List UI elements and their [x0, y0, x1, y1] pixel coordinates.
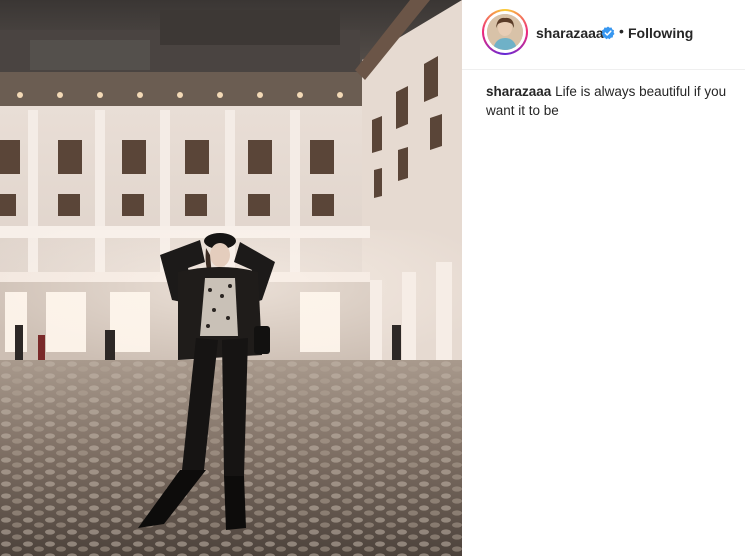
header-separator: •: [619, 23, 624, 39]
post-sidebar: sharazaaa • Following sharazaaa Life is …: [462, 0, 745, 556]
avatar-border: [484, 11, 526, 53]
avatar[interactable]: [482, 9, 528, 55]
instagram-post: sharazaaa • Following sharazaaa Life is …: [0, 0, 745, 556]
post-header: sharazaaa • Following: [462, 0, 745, 70]
verified-badge-icon: [601, 26, 615, 40]
post-author-username[interactable]: sharazaaa: [536, 25, 604, 41]
caption-username[interactable]: sharazaaa: [486, 84, 551, 99]
following-button[interactable]: Following: [628, 25, 693, 41]
post-photo-image: [0, 0, 462, 556]
post-photo[interactable]: [0, 0, 462, 556]
avatar-portrait: [487, 14, 523, 50]
avatar-image: [487, 14, 523, 50]
post-caption: sharazaaa Life is always beautiful if yo…: [486, 82, 736, 120]
